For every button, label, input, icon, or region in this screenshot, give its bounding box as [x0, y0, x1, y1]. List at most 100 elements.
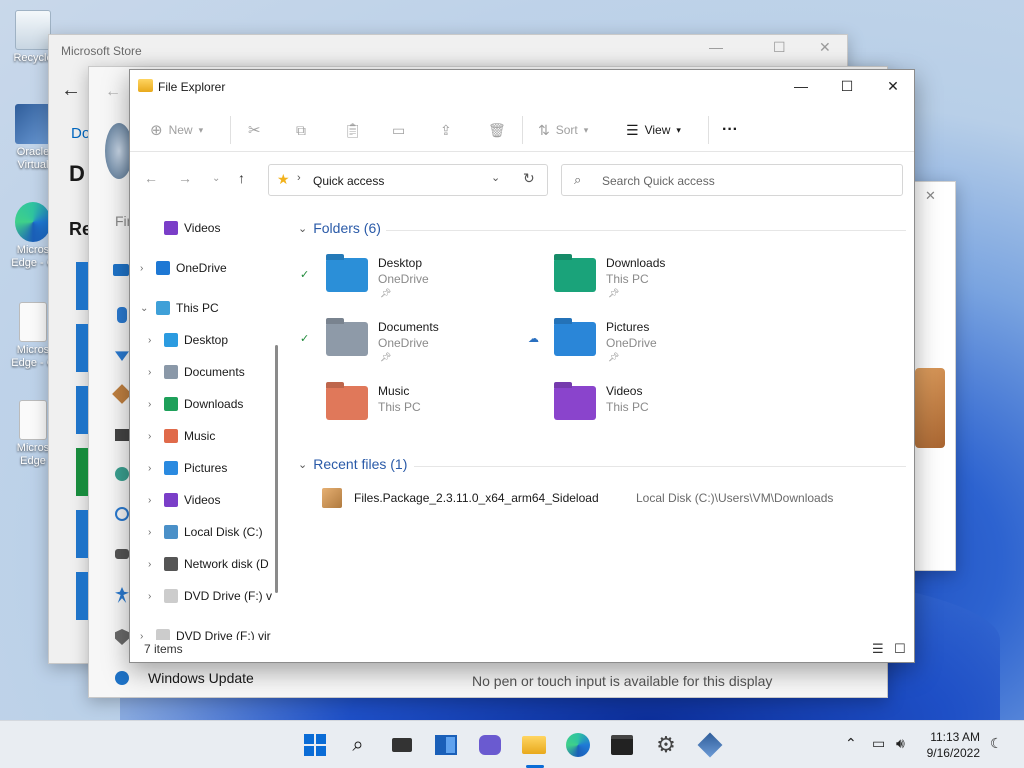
nav-item[interactable]: › Downloads — [148, 394, 243, 414]
chevron-right-icon[interactable]: › — [148, 399, 158, 410]
recent-files-group-header[interactable]: ⌄ Recent files (1) — [298, 456, 407, 472]
share-button[interactable]: ⇪ — [440, 118, 452, 142]
refresh-icon[interactable]: ↻ — [523, 170, 535, 187]
chevron-down-icon[interactable]: ⌄ — [140, 303, 150, 314]
sidebar-item-windows-update[interactable]: Windows Update — [148, 670, 254, 686]
folder-name: Desktop — [378, 256, 423, 270]
item-count: 7 items — [144, 642, 183, 656]
nav-item[interactable]: › Music — [148, 426, 215, 446]
bluetooth-icon — [117, 307, 127, 323]
show-hidden-icons-button[interactable]: ⌃ — [845, 735, 857, 752]
folder-tile[interactable]: Pictures OneDrive 📌︎ ☁ — [528, 316, 762, 368]
nav-item[interactable]: › Local Disk (C:) — [148, 522, 263, 542]
chevron-right-icon[interactable]: › — [148, 495, 158, 506]
recent-locations-button[interactable]: ⌄ — [212, 173, 220, 184]
folders-group-label: Folders (6) — [313, 220, 381, 236]
chevron-right-icon[interactable]: › — [148, 591, 158, 602]
nav-item[interactable]: › OneDrive — [140, 258, 227, 278]
nav-item[interactable]: Videos — [148, 218, 220, 238]
address-dropdown-icon[interactable]: ⌄ — [491, 171, 500, 184]
chevron-right-icon[interactable]: › — [148, 431, 158, 442]
sort-button[interactable]: ⇅ Sort ▾ — [538, 118, 588, 142]
settings-taskbar-button[interactable]: ⚙ — [652, 731, 680, 759]
nav-item[interactable]: › Videos — [148, 490, 220, 510]
close-button[interactable]: ✕ — [870, 70, 916, 102]
back-button[interactable]: ← — [144, 170, 158, 186]
folder-tile[interactable]: Downloads This PC 📌︎ — [542, 252, 762, 304]
chat-button[interactable] — [476, 731, 504, 759]
details-view-icon[interactable]: ☰ — [872, 641, 884, 657]
folders-group-header[interactable]: ⌄ Folders (6) — [298, 220, 381, 236]
list-item[interactable]: Files.Package_2.3.11.0_x64_arm64_Sideloa… — [322, 486, 882, 510]
file-explorer-taskbar-button[interactable] — [520, 731, 548, 759]
windows-logo-icon — [304, 734, 326, 756]
new-button[interactable]: ⊕ New ▾ — [150, 118, 203, 142]
nav-item-label: Downloads — [184, 397, 244, 411]
store-partial-heading: D — [69, 161, 85, 186]
tiles-view-icon[interactable]: ☐ — [894, 641, 906, 657]
folder-tile[interactable]: Documents OneDrive 📌︎ ✓ — [300, 316, 534, 368]
nav-item[interactable]: › Pictures — [148, 458, 227, 478]
copy-button[interactable]: ⧉ — [296, 118, 306, 142]
nav-item[interactable]: › DVD Drive (F:) v — [148, 586, 272, 606]
address-bar[interactable]: ★ › Quick access ⌄ ↻ — [268, 164, 548, 196]
edge-icon — [15, 202, 51, 242]
status-bar: 7 items ☰ ☐ — [130, 638, 914, 662]
paste-button[interactable]: 📋︎ — [344, 118, 362, 142]
maximize-button[interactable]: ☐ — [824, 70, 870, 102]
clipboard-icon: 📋︎ — [344, 121, 362, 138]
chevron-right-icon[interactable]: › — [148, 559, 158, 570]
nav-item[interactable]: ⌄ This PC — [140, 298, 219, 318]
folder-icon — [164, 221, 178, 235]
nav-item[interactable]: › Documents — [148, 362, 245, 382]
more-options-button[interactable]: ··· — [722, 118, 738, 142]
nav-item-label: This PC — [176, 301, 219, 315]
package-illustration — [915, 368, 945, 448]
chevron-down-icon: ▾ — [198, 124, 204, 135]
folder-tile[interactable]: Music This PC — [314, 380, 534, 432]
close-icon[interactable]: ✕ — [925, 188, 936, 204]
file-explorer-window[interactable]: File Explorer — ☐ ✕ ⊕ New ▾ ✂ ⧉ 📋︎ ▭ ⇪ 🗑… — [129, 69, 915, 663]
volume-icon[interactable]: 🔊︎ — [896, 735, 905, 752]
accounts-icon — [115, 467, 129, 481]
forward-button[interactable]: → — [178, 170, 192, 186]
chevron-right-icon[interactable]: › — [148, 367, 158, 378]
maximize-icon[interactable]: ☐ — [773, 39, 786, 56]
back-arrow-icon[interactable]: ← — [105, 83, 121, 101]
minimize-icon[interactable]: — — [709, 39, 723, 55]
search-input[interactable]: Search Quick access — [602, 174, 715, 188]
minimize-button[interactable]: — — [778, 70, 824, 102]
network-icon[interactable]: ▭ — [872, 735, 885, 752]
start-button[interactable] — [301, 731, 329, 759]
chevron-right-icon[interactable]: › — [140, 263, 150, 274]
nav-item[interactable]: › Network disk (D — [148, 554, 269, 574]
chevron-right-icon[interactable]: › — [148, 527, 158, 538]
nav-item[interactable]: › Desktop — [148, 330, 228, 350]
nav-scrollbar[interactable] — [275, 345, 278, 593]
folder-icon — [164, 493, 178, 507]
edge-taskbar-button[interactable] — [564, 731, 592, 759]
rename-button[interactable]: ▭ — [392, 118, 405, 142]
gear-icon: ⚙ — [656, 732, 676, 757]
folder-icon — [164, 365, 178, 379]
chevron-right-icon[interactable]: › — [148, 463, 158, 474]
search-box[interactable]: ⌕ Search Quick access — [561, 164, 903, 196]
folder-tile[interactable]: Desktop OneDrive 📌︎ ✓ — [300, 252, 534, 304]
search-button[interactable]: ⌕ — [344, 731, 372, 759]
cut-button[interactable]: ✂ — [248, 118, 261, 142]
up-button[interactable]: ↑ — [238, 170, 245, 186]
store-taskbar-button[interactable] — [608, 731, 636, 759]
notification-icon[interactable]: ☾ — [990, 735, 1003, 752]
folder-icon — [164, 429, 178, 443]
chevron-right-icon[interactable]: › — [148, 335, 158, 346]
view-button[interactable]: ☰ View ▾ — [626, 118, 681, 142]
virtualbox-taskbar-button[interactable] — [696, 731, 724, 759]
widgets-button[interactable] — [432, 731, 460, 759]
close-icon[interactable]: ✕ — [819, 39, 831, 56]
folder-tile[interactable]: Videos This PC — [542, 380, 762, 432]
back-arrow-icon[interactable]: ← — [61, 79, 81, 102]
delete-button[interactable]: 🗑︎ — [488, 118, 506, 142]
task-view-button[interactable] — [388, 731, 416, 759]
title-bar[interactable]: File Explorer — ☐ ✕ — [130, 70, 914, 102]
clock[interactable]: 11:13 AM 9/16/2022 — [927, 729, 980, 761]
